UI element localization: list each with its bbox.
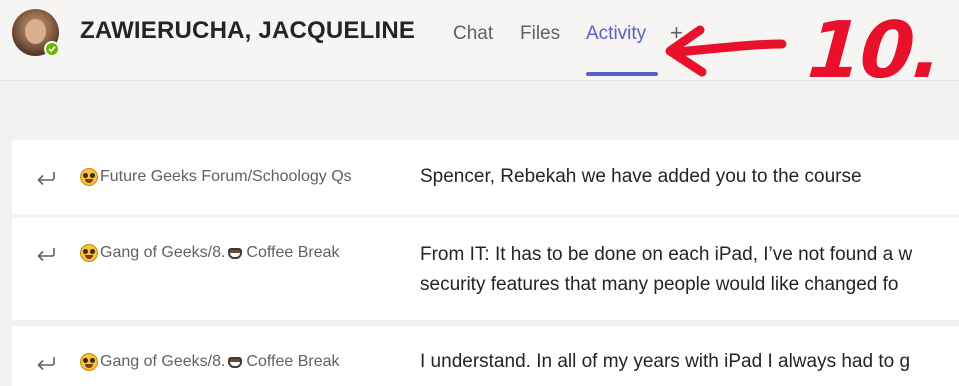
tab-activity[interactable]: Activity — [586, 23, 646, 45]
channel-subname: Coffee Break — [246, 244, 340, 261]
activity-item[interactable]: Gang of Geeks/8. Coffee Break From IT: I… — [12, 218, 959, 320]
tab-chat[interactable]: Chat — [453, 23, 493, 45]
channel-path: Gang of Geeks/8. — [100, 353, 226, 370]
tab-files[interactable]: Files — [520, 23, 560, 45]
message-preview: I understand. In all of my years with iP… — [420, 347, 910, 377]
message-line: security features that many people would… — [420, 274, 899, 295]
annotation-label: 10. — [804, 6, 944, 96]
message-preview: Spencer, Rebekah we have added you to th… — [420, 162, 862, 192]
activity-item[interactable]: Future Geeks Forum/Schoology Qs Spencer,… — [12, 140, 959, 214]
nerd-face-emoji — [80, 244, 98, 262]
add-tab-button[interactable]: + — [670, 20, 683, 46]
channel-name[interactable]: Gang of Geeks/8. Coffee Break — [80, 244, 340, 262]
message-preview: From IT: It has to be done on each iPad,… — [420, 240, 912, 300]
reply-icon — [37, 248, 55, 261]
reply-icon — [37, 357, 55, 370]
message-line: I understand. In all of my years with iP… — [420, 351, 911, 372]
active-tab-indicator — [586, 72, 658, 76]
activity-item[interactable]: Gang of Geeks/8. Coffee Break I understa… — [12, 326, 959, 386]
channel-path: Gang of Geeks/8. — [100, 244, 226, 261]
channel-name[interactable]: Gang of Geeks/8. Coffee Break — [80, 353, 340, 371]
nerd-face-emoji — [80, 353, 98, 371]
reply-icon — [37, 172, 55, 185]
avatar-photo — [25, 19, 46, 44]
channel-name[interactable]: Future Geeks Forum/Schoology Qs — [80, 168, 352, 186]
coffee-cup-emoji — [227, 354, 244, 370]
message-line: From IT: It has to be done on each iPad,… — [420, 244, 913, 265]
contact-name: ZAWIERUCHA, JACQUELINE — [80, 17, 416, 44]
coffee-cup-emoji — [227, 245, 244, 261]
message-line: Spencer, Rebekah we have added you to th… — [420, 166, 862, 187]
nerd-face-emoji — [80, 168, 98, 186]
channel-path: Future Geeks Forum/Schoology Qs — [100, 168, 352, 185]
presence-available-icon — [44, 41, 60, 57]
chat-header: ZAWIERUCHA, JACQUELINE Chat Files Activi… — [0, 0, 959, 96]
channel-subname: Coffee Break — [246, 353, 340, 370]
